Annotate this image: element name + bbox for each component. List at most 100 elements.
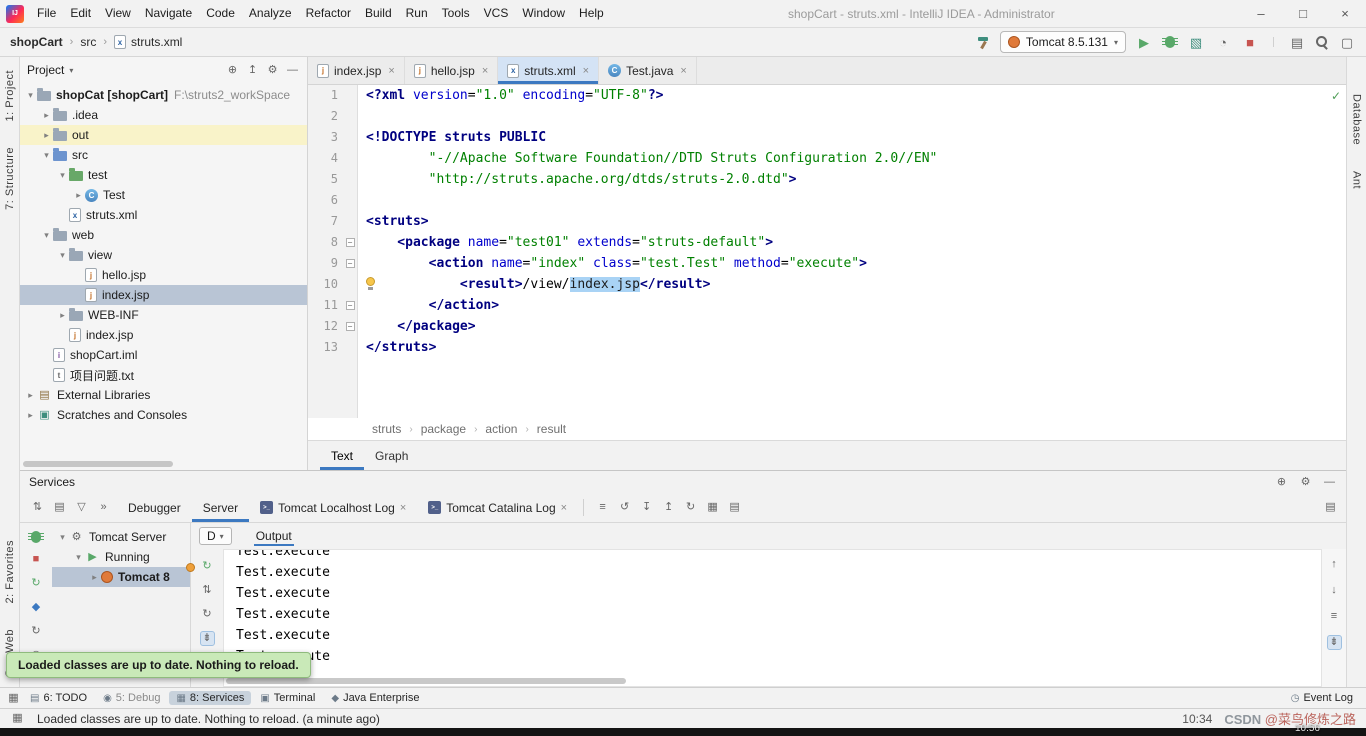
tree-item-web[interactable]: ▾ web — [20, 225, 307, 245]
tool-button-database[interactable]: Database — [1351, 94, 1363, 145]
tree-item-hello-jsp[interactable]: j hello.jsp — [20, 265, 307, 285]
breadcrumb-result[interactable]: result — [537, 422, 566, 436]
close-tab-icon[interactable]: × — [583, 65, 589, 77]
tree-item-tomcat-8[interactable]: ▸ Tomcat 8 — [52, 567, 190, 587]
menu-analyze[interactable]: Analyze — [242, 0, 299, 27]
scroll-down-icon[interactable]: ↓ — [1327, 583, 1342, 598]
tree-item-struts-xml[interactable]: x struts.xml — [20, 205, 307, 225]
more-icon[interactable]: » — [96, 500, 111, 515]
tree-item-scratches-and-consoles[interactable]: ▸ ▣ Scratches and Consoles — [20, 405, 307, 425]
tree-item-tomcat-server[interactable]: ▾ ⚙ Tomcat Server — [52, 527, 190, 547]
menu-vcs[interactable]: VCS — [477, 0, 516, 27]
search-icon[interactable] — [1315, 35, 1329, 49]
tree-item-external-libraries[interactable]: ▸ ▤ External Libraries — [20, 385, 307, 405]
close-tab-icon[interactable]: × — [482, 65, 488, 77]
tab-index-jsp[interactable]: j index.jsp × — [308, 57, 405, 84]
clear-output-button[interactable]: ↻ — [200, 607, 215, 622]
intention-bulb-icon[interactable] — [366, 277, 375, 290]
debug-service-button[interactable] — [28, 531, 44, 543]
stop-service-button[interactable]: ■ — [29, 552, 44, 567]
output-console[interactable]: Test.execute Test.execute Test.execute Test… — [223, 549, 1322, 687]
scroll-up-icon[interactable]: ↑ — [1327, 557, 1342, 572]
breadcrumb-src[interactable]: src — [80, 35, 96, 49]
horizontal-scrollbar[interactable] — [226, 678, 626, 684]
tab-struts-xml[interactable]: x struts.xml × — [498, 57, 600, 84]
locate-button[interactable]: ⊕ — [225, 63, 240, 78]
profiler-button[interactable]: ◔ — [1214, 33, 1232, 51]
layout-icon[interactable]: ▤ — [727, 500, 742, 515]
settings-button[interactable]: ⚙ — [265, 63, 280, 78]
menu-code[interactable]: Code — [199, 0, 242, 27]
close-tab-icon[interactable]: × — [561, 502, 567, 514]
soft-wrap-icon[interactable]: ≡ — [595, 500, 610, 515]
tree-item-running[interactable]: ▾ ▶ Running — [52, 547, 190, 567]
run-button[interactable]: ▶ — [1135, 33, 1153, 51]
horizontal-scrollbar[interactable] — [23, 461, 173, 467]
settings-button[interactable]: ⚙ — [1298, 475, 1313, 490]
breadcrumb-struts-xml[interactable]: x struts.xml — [114, 35, 182, 49]
tree-item-index-jsp[interactable]: j index.jsp — [20, 325, 307, 345]
tool-button-ant[interactable]: Ant — [1351, 171, 1363, 189]
stop-button[interactable]: ■ — [1241, 33, 1259, 51]
view-tab-text[interactable]: Text — [320, 441, 364, 470]
soft-wrap-icon[interactable]: ≡ — [1327, 609, 1342, 624]
grid-view-icon[interactable]: ▦ — [705, 500, 720, 515]
close-button[interactable]: × — [1324, 0, 1366, 27]
toolwindow-button-6-todo[interactable]: ▤ 6: TODO — [23, 691, 94, 705]
run-config-select[interactable]: Tomcat 8.5.131 ▾ — [999, 31, 1126, 53]
tool-button-web[interactable]: Web — [4, 629, 16, 653]
fold-icon[interactable]: − — [345, 322, 355, 331]
toolwindow-button-java-enterprise[interactable]: ◆ Java Enterprise — [324, 691, 426, 705]
tool-button-1-project[interactable]: 1: Project — [4, 70, 16, 121]
tree-item-test[interactable]: ▾ test — [20, 165, 307, 185]
upload-icon[interactable]: ↥ — [661, 500, 676, 515]
download-icon[interactable]: ↧ — [639, 500, 654, 515]
menu-navigate[interactable]: Navigate — [138, 0, 199, 27]
services-tab-tomcat-catalina-log[interactable]: >_ Tomcat Catalina Log × — [417, 493, 578, 522]
build-hammer-icon[interactable] — [976, 35, 991, 50]
view-tab-graph[interactable]: Graph — [364, 441, 419, 470]
debug-button[interactable] — [1162, 36, 1178, 48]
menu-tools[interactable]: Tools — [435, 0, 477, 27]
tree-item-out[interactable]: ▸ out — [20, 125, 307, 145]
maximize-button[interactable]: □ — [1282, 0, 1324, 27]
menu-help[interactable]: Help — [572, 0, 611, 27]
services-tab-debugger[interactable]: Debugger — [117, 493, 192, 522]
fold-icon[interactable]: − — [345, 259, 355, 268]
collapse-all-button[interactable]: ↥ — [245, 63, 260, 78]
tool-button-2-favorites[interactable]: 2: Favorites — [4, 540, 16, 603]
breadcrumb-shopcart[interactable]: shopCart — [10, 35, 63, 49]
tree-item-shopcart-iml[interactable]: i shopCart.iml — [20, 345, 307, 365]
tree-item-view[interactable]: ▾ view — [20, 245, 307, 265]
breadcrumb-action[interactable]: action — [485, 422, 517, 436]
fold-icon[interactable]: − — [345, 301, 355, 310]
refresh-icon[interactable]: ↻ — [683, 500, 698, 515]
minimize-button[interactable]: – — [1240, 0, 1282, 27]
scroll-to-end-button[interactable]: ⇟ — [199, 631, 215, 646]
menu-window[interactable]: Window — [515, 0, 572, 27]
layout-icon[interactable]: ▤ — [1288, 33, 1306, 51]
deploy-button[interactable]: ◆ — [29, 600, 44, 615]
tool-button-7-structure[interactable]: 7: Structure — [4, 147, 16, 210]
tree-item-src[interactable]: ▾ src — [20, 145, 307, 165]
breadcrumb-package[interactable]: package — [421, 422, 466, 436]
tree-item-index-jsp[interactable]: j index.jsp — [20, 285, 307, 305]
breadcrumb-struts[interactable]: struts — [372, 422, 401, 436]
rollback-icon[interactable]: ↺ — [617, 500, 632, 515]
restart-service-button[interactable]: ↻ — [29, 576, 44, 591]
group-by-icon[interactable]: ▤ — [52, 500, 67, 515]
menu-build[interactable]: Build — [358, 0, 399, 27]
close-tab-icon[interactable]: × — [388, 65, 394, 77]
scroll-end-icon[interactable]: ⇟ — [1326, 635, 1342, 650]
tree-item-shopcat-shopcart[interactable]: ▾ shopCat [shopCart] F:\struts2_workSpace — [20, 85, 307, 105]
editor-code[interactable]: ✓ 1 <?xml version="1.0" encoding="UTF-8"?… — [308, 85, 1346, 418]
refresh-button[interactable]: ↻ — [29, 624, 44, 639]
filter-icon[interactable]: ▽ — [74, 500, 89, 515]
expand-all-icon[interactable]: ⇅ — [30, 500, 45, 515]
tab-test-java[interactable]: C Test.java × — [599, 57, 697, 84]
tree-item-项目问题-txt[interactable]: t 项目问题.txt — [20, 365, 307, 385]
menu-refactor[interactable]: Refactor — [299, 0, 358, 27]
menu-view[interactable]: View — [98, 0, 138, 27]
toolwindow-button-terminal[interactable]: ▣ Terminal — [253, 691, 322, 705]
hide-panel-button[interactable]: — — [1322, 475, 1337, 490]
